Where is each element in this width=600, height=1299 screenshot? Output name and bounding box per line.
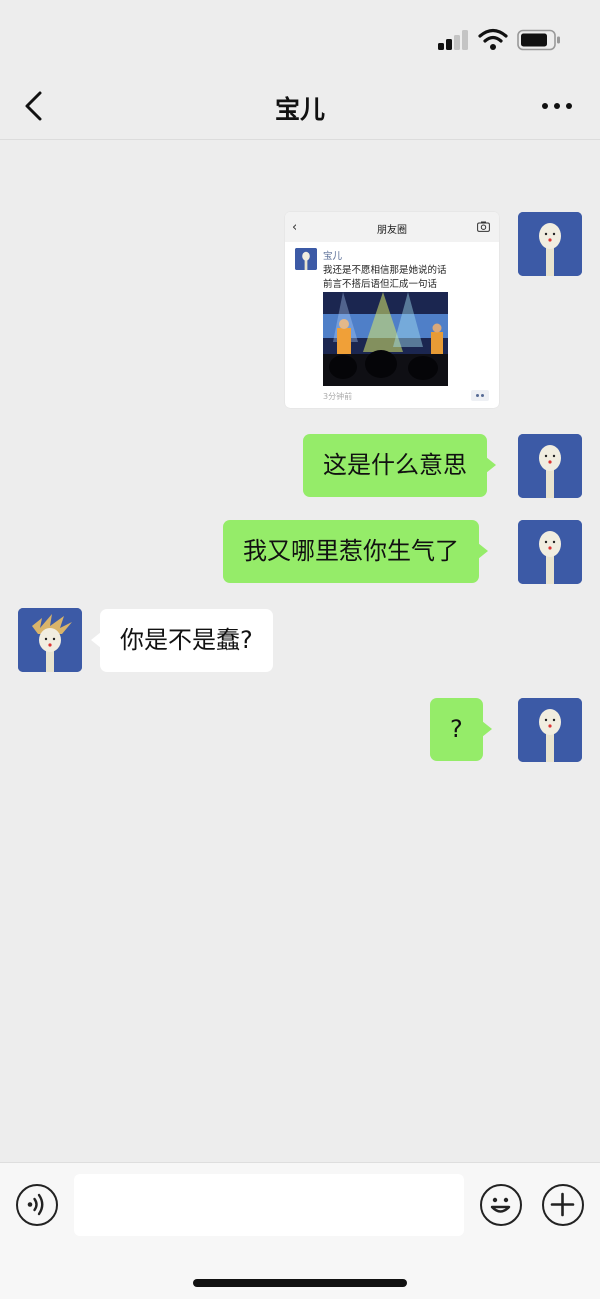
chat-header: 宝儿 — [0, 70, 600, 140]
screenshot-poster-name: 宝儿 — [323, 251, 343, 262]
plus-icon[interactable] — [542, 1184, 584, 1226]
screenshot-time: 3分钟前 — [323, 392, 353, 401]
battery-icon — [517, 29, 560, 51]
signal-icon — [438, 30, 470, 50]
voice-icon[interactable] — [16, 1184, 58, 1226]
chat-bubble-sent[interactable]: 我又哪里惹你生气了 — [223, 520, 488, 583]
screenshot-text-line: 我还是不愿相信那是她说的话 — [323, 265, 447, 276]
screenshot-header: ‹ 朋友圈 — [285, 212, 499, 242]
my-avatar[interactable] — [518, 698, 582, 762]
chat-bubble-sent[interactable]: ? — [430, 698, 492, 761]
camera-icon — [477, 221, 490, 232]
chat-bubble-received[interactable]: 你是不是蠢? — [91, 609, 273, 672]
chat-bubble-sent[interactable]: 这是什么意思 — [303, 434, 496, 497]
screenshot-message[interactable]: ‹ 朋友圈 宝儿 我还是不愿相信那是她说的话 前言不搭后语但汇成一句话 3分钟前 — [285, 212, 499, 408]
status-bar — [0, 0, 600, 70]
message-input[interactable] — [74, 1174, 464, 1236]
chat-title: 宝儿 — [274, 95, 325, 124]
my-avatar[interactable] — [518, 434, 582, 498]
screenshot-title: 朋友圈 — [377, 225, 407, 236]
contact-avatar[interactable] — [18, 608, 82, 672]
screenshot-text-line: 前言不搭后语但汇成一句话 — [323, 279, 438, 290]
wifi-icon — [478, 28, 508, 50]
concert-photo — [323, 292, 448, 386]
input-bar — [0, 1162, 600, 1299]
more-dots-icon[interactable] — [540, 96, 574, 116]
screenshot-avatar — [295, 248, 317, 270]
my-avatar[interactable] — [518, 212, 582, 276]
emoji-icon[interactable] — [480, 1184, 522, 1226]
screenshot-more-icon — [471, 390, 489, 401]
my-avatar[interactable] — [518, 520, 582, 584]
home-indicator — [193, 1279, 407, 1287]
